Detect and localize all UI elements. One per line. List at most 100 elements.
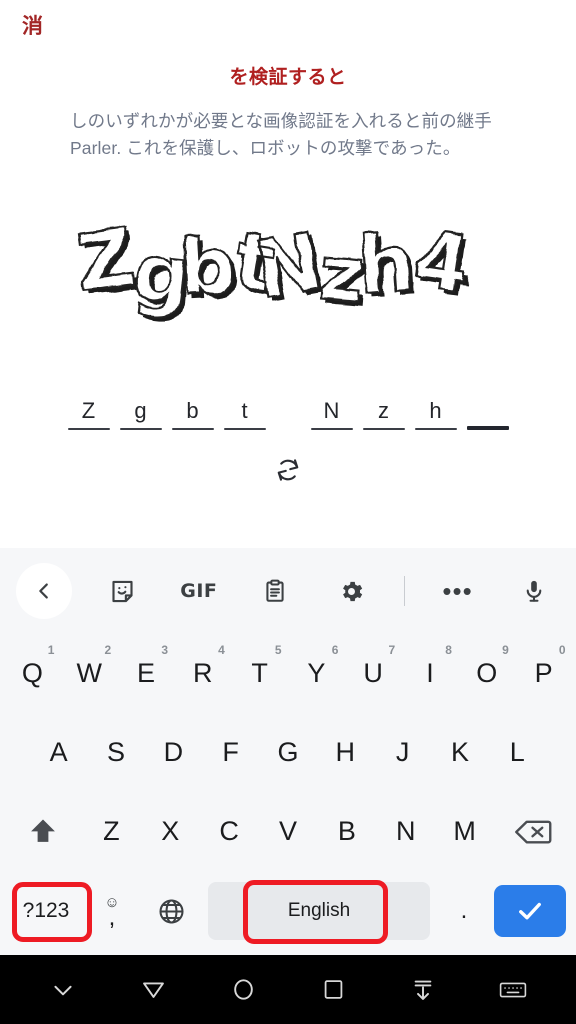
key-n[interactable]: N	[376, 801, 435, 863]
key-sup: 5	[274, 642, 282, 657]
toolbar-mic-button[interactable]	[508, 565, 560, 617]
key-label: P	[534, 658, 553, 688]
screen: 消 を検証すると しのいずれかが必要とな画像認証を入れると前の継手Parler.…	[0, 0, 576, 1024]
key-e[interactable]: 3 E	[118, 643, 175, 705]
key-o[interactable]: 9 O	[458, 643, 515, 705]
key-backspace[interactable]	[494, 801, 572, 863]
comma-label: ,	[108, 904, 116, 931]
key-z[interactable]: Z	[82, 801, 141, 863]
key-label: Q	[21, 658, 43, 688]
key-w[interactable]: 2 W	[61, 643, 118, 705]
key-t[interactable]: 5 T	[231, 643, 288, 705]
answer-slot[interactable]: N	[310, 398, 353, 430]
key-u[interactable]: 7 U	[345, 643, 402, 705]
key-space[interactable]: English	[208, 882, 430, 940]
key-sup: 2	[104, 642, 112, 657]
answer-slot[interactable]: Z	[67, 398, 110, 430]
key-l[interactable]: L	[489, 722, 546, 784]
back-triangle-icon	[142, 982, 164, 998]
captcha-page: 消 を検証すると しのいずれかが必要とな画像認証を入れると前の継手Parler.…	[0, 0, 576, 548]
key-a[interactable]: A	[30, 722, 87, 784]
captcha-answer-slots[interactable]: Z g b t N z h	[0, 378, 576, 430]
nav-back-button[interactable]	[126, 963, 180, 1017]
key-comma[interactable]: ☺ ,	[84, 882, 140, 940]
microphone-icon	[526, 580, 542, 602]
key-b[interactable]: B	[317, 801, 376, 863]
keyboard-row-4: ?123 ☺ , English .	[0, 871, 576, 951]
keyboard-row-1: 1 Q 2 W 3 E 4 R 5 T 6 Y 7 U 8 I 9 O 0 P	[0, 634, 576, 713]
key-label: O	[476, 658, 498, 688]
toolbar-sticker-button[interactable]	[96, 565, 148, 617]
answer-slot-char: g	[134, 398, 147, 423]
key-h[interactable]: H	[317, 722, 374, 784]
page-description: しのいずれかが必要とな画像認証を入れると前の継手Parler. これを保護し、ロ…	[70, 111, 492, 158]
refresh-captcha-button[interactable]	[266, 448, 310, 492]
key-sup: 8	[445, 642, 452, 657]
key-label: W	[76, 658, 102, 688]
recents-square-icon	[324, 980, 342, 999]
check-icon	[519, 902, 541, 920]
key-v[interactable]: V	[259, 801, 318, 863]
key-language-switch[interactable]	[140, 882, 202, 940]
nav-scroll-down-button[interactable]	[396, 963, 450, 1017]
toolbar-gif-button[interactable]: GIF	[173, 565, 225, 617]
key-p[interactable]: 0 P	[515, 643, 572, 705]
key-q[interactable]: 1 Q	[4, 643, 61, 705]
key-r[interactable]: 4 R	[174, 643, 231, 705]
toolbar-overflow-button[interactable]: •••	[432, 565, 484, 617]
clipboard-icon	[266, 579, 284, 602]
key-sup: 3	[161, 642, 168, 657]
globe-icon	[158, 898, 184, 924]
toolbar-settings-button[interactable]	[326, 565, 378, 617]
answer-slot[interactable]: t	[223, 398, 266, 430]
key-sup: 9	[502, 642, 509, 657]
answer-slot-active[interactable]	[466, 398, 509, 430]
answer-slot-char: Z	[81, 398, 96, 423]
nav-recents-button[interactable]	[306, 963, 360, 1017]
key-f[interactable]: F	[202, 722, 259, 784]
key-m[interactable]: M	[435, 801, 494, 863]
key-label: T	[251, 658, 268, 688]
key-label: U	[363, 658, 383, 688]
key-x[interactable]: X	[141, 801, 200, 863]
key-j[interactable]: J	[374, 722, 431, 784]
answer-slot[interactable]: g	[119, 398, 162, 430]
dismiss-label[interactable]: 消	[22, 16, 43, 37]
svg-text:Z: Z	[73, 218, 140, 309]
nav-keyboard-button[interactable]	[486, 963, 540, 1017]
answer-slot[interactable]: b	[171, 398, 214, 430]
answer-slot-underline	[223, 428, 266, 430]
key-symbols[interactable]: ?123	[8, 882, 84, 940]
scroll-down-icon	[414, 980, 432, 1000]
answer-slot-underline	[414, 428, 457, 430]
key-k[interactable]: K	[431, 722, 488, 784]
key-g[interactable]: G	[259, 722, 316, 784]
key-enter[interactable]	[492, 882, 568, 940]
nav-home-button[interactable]	[216, 963, 270, 1017]
captcha-image: Z g b t N z h 4 Z g b t N z h 4 Z g b t …	[0, 208, 576, 348]
key-s[interactable]: S	[87, 722, 144, 784]
key-d[interactable]: D	[145, 722, 202, 784]
answer-slot-char: N	[323, 398, 340, 423]
answer-slot-underline	[466, 426, 509, 430]
key-label: I	[426, 658, 434, 688]
answer-slot[interactable]: h	[414, 398, 457, 430]
key-sup: 6	[331, 642, 339, 657]
back-chevron-icon	[39, 583, 48, 599]
key-period[interactable]: .	[436, 882, 492, 940]
key-c[interactable]: C	[200, 801, 259, 863]
toolbar-clipboard-button[interactable]	[249, 565, 301, 617]
key-y[interactable]: 6 Y	[288, 643, 345, 705]
answer-slot[interactable]: z	[362, 398, 405, 430]
nav-hide-keyboard-button[interactable]	[36, 963, 90, 1017]
virtual-keyboard: GIF ••• 1 Q 2 W 3 E 4 R 5 T 6 Y 7 U 8 I …	[0, 548, 576, 955]
answer-slot-char	[467, 398, 509, 424]
key-shift[interactable]	[4, 801, 82, 863]
refresh-row	[0, 448, 576, 492]
key-i[interactable]: 8 I	[402, 643, 459, 705]
answer-slot-underline	[362, 428, 405, 430]
sticker-icon	[112, 580, 133, 602]
android-nav-bar	[0, 955, 576, 1024]
toolbar-back-button[interactable]	[16, 563, 72, 619]
key-label: Y	[307, 658, 326, 688]
